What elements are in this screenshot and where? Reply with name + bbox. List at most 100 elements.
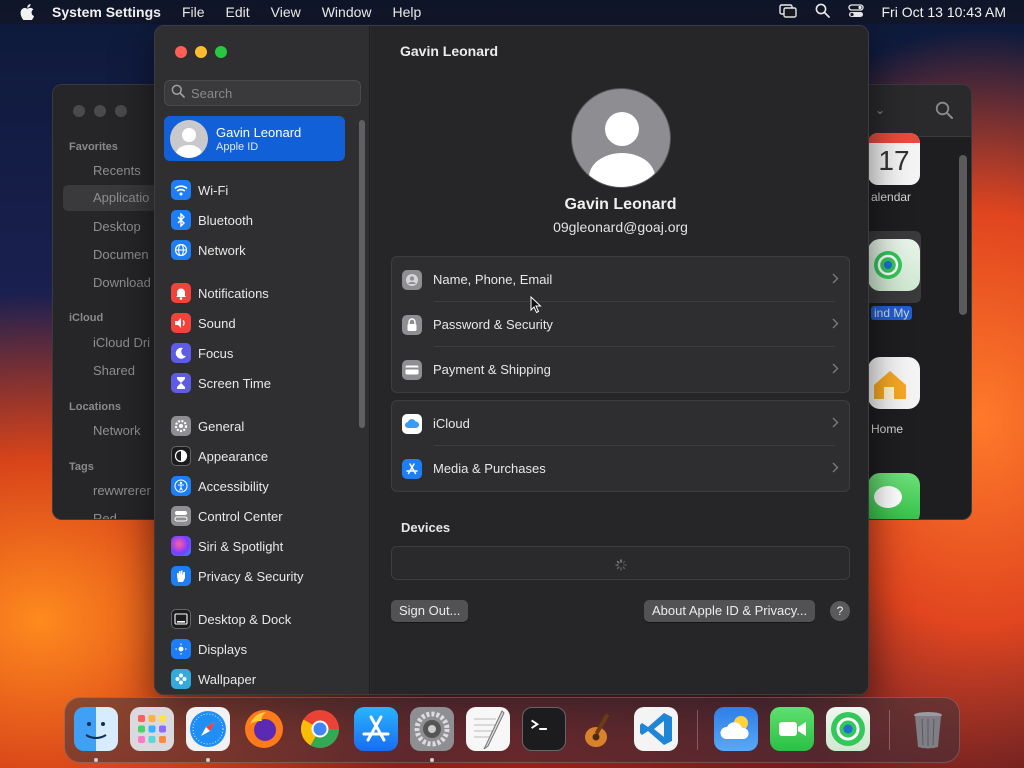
page-title: Gavin Leonard [400, 43, 499, 59]
wallpaper-icon [171, 669, 191, 689]
sidebar-item-label: Focus [198, 345, 234, 361]
avatar [170, 119, 208, 158]
menu-window[interactable]: Window [322, 4, 372, 20]
about-apple-id-privacy-button[interactable]: About Apple ID & Privacy... [644, 600, 816, 622]
weather-icon[interactable] [714, 707, 758, 751]
profile-avatar[interactable] [571, 88, 671, 188]
sidebar-item-notifications[interactable]: Notifications [171, 280, 269, 306]
finder-section-favorites: Favorites [69, 141, 118, 153]
control-center-icon[interactable] [847, 3, 864, 21]
help-button[interactable]: ? [830, 601, 850, 621]
sidebar-item-wifi[interactable]: Wi-Fi [171, 177, 228, 203]
trash-icon[interactable] [906, 707, 950, 751]
search-icon[interactable] [935, 101, 953, 124]
calendar-app-icon[interactable]: 17 [868, 133, 920, 185]
menu-app-name[interactable]: System Settings [52, 4, 161, 20]
firefox-icon[interactable] [242, 707, 286, 751]
lock-icon [402, 314, 422, 335]
terminal-icon[interactable] [522, 707, 566, 751]
sidebar-item-label: Accessibility [198, 478, 269, 494]
finder-tag-2[interactable]: Red [93, 511, 117, 519]
garageband-icon[interactable] [578, 707, 622, 751]
dock-icon [171, 609, 191, 629]
search-icon [171, 84, 185, 103]
facetime-icon[interactable] [770, 707, 814, 751]
chevron-right-icon [832, 460, 839, 478]
row-icloud[interactable]: iCloud [392, 401, 849, 446]
search-input[interactable] [191, 85, 351, 101]
launchpad-icon[interactable] [130, 707, 174, 751]
spotlight-search-icon[interactable] [815, 3, 830, 21]
finder-item-desktop[interactable]: Desktop [93, 219, 141, 234]
sidebar-item-focus[interactable]: Focus [171, 340, 233, 366]
loading-spinner-icon [615, 558, 627, 576]
sign-out-button[interactable]: Sign Out... [391, 600, 469, 622]
sidebar-item-label: Notifications [198, 285, 269, 301]
sidebar-item-appearance[interactable]: Appearance [171, 443, 268, 469]
system-settings-icon[interactable] [410, 707, 454, 751]
sidebar-item-privacy-security[interactable]: Privacy & Security [171, 563, 303, 589]
account-settings-group: Name, Phone, Email Password & Security P… [391, 256, 850, 393]
chevron-right-icon [832, 316, 839, 334]
finder-item-shared[interactable]: Shared [93, 363, 135, 378]
finder-item-applications[interactable]: Applicatio [63, 185, 157, 211]
finder-item-documents[interactable]: Documen [93, 247, 149, 262]
sidebar-item-sound[interactable]: Sound [171, 310, 236, 336]
finder-item-network[interactable]: Network [93, 423, 141, 438]
home-label: Home [871, 422, 904, 436]
sidebar-item-control-center[interactable]: Control Center [171, 503, 283, 529]
apple-menu-icon[interactable] [18, 3, 36, 21]
sidebar-item-label: Wallpaper [198, 671, 257, 687]
sidebar-item-bluetooth[interactable]: Bluetooth [171, 207, 253, 233]
sidebar-item-siri-spotlight[interactable]: Siri & Spotlight [171, 533, 283, 559]
sidebar-item-label: Displays [198, 641, 248, 657]
findmy-icon[interactable] [826, 707, 870, 751]
settings-search-field[interactable] [164, 80, 361, 106]
sidebar-scrollbar[interactable] [359, 120, 365, 428]
menu-help[interactable]: Help [393, 4, 422, 20]
sidebar-item-accessibility[interactable]: Accessibility [171, 473, 269, 499]
chevron-down-icon[interactable]: ⌄ [875, 103, 885, 117]
close-window-button[interactable] [175, 46, 187, 58]
row-media-purchases[interactable]: Media & Purchases [392, 446, 849, 491]
menu-edit[interactable]: Edit [226, 4, 250, 20]
finder-item-recents[interactable]: Recents [93, 163, 141, 178]
hand-icon [171, 566, 191, 586]
sidebar-item-desktop-dock[interactable]: Desktop & Dock [171, 606, 291, 632]
textedit-icon[interactable] [466, 707, 510, 751]
row-payment-shipping[interactable]: Payment & Shipping [392, 347, 849, 392]
finder-item-icloud-drive[interactable]: iCloud Dri [93, 335, 150, 350]
safari-icon[interactable] [186, 707, 230, 751]
home-app-icon[interactable] [868, 357, 920, 409]
row-name-phone-email[interactable]: Name, Phone, Email [392, 257, 849, 302]
finder-item-downloads[interactable]: Download [93, 275, 151, 290]
sidebar-item-displays[interactable]: Displays [171, 636, 247, 662]
sidebar-item-general[interactable]: General [171, 413, 244, 439]
finder-icon[interactable] [74, 707, 118, 751]
finder-tag-1[interactable]: rewwrerer [93, 483, 151, 498]
zoom-window-button[interactable] [215, 46, 227, 58]
vscode-icon[interactable] [634, 707, 678, 751]
menu-file[interactable]: File [182, 4, 205, 20]
row-password-security[interactable]: Password & Security [392, 302, 849, 347]
calendar-day: 17 [878, 145, 910, 176]
sidebar-item-label: Appearance [198, 448, 269, 464]
menu-clock[interactable]: Fri Oct 13 10:43 AM [882, 4, 1007, 20]
sidebar-item-apple-id[interactable]: Gavin Leonard Apple ID [164, 116, 345, 161]
sidebar-item-screen-time[interactable]: Screen Time [171, 370, 271, 396]
sidebar-item-label: Network [198, 242, 246, 258]
minimize-window-button[interactable] [195, 46, 207, 58]
sidebar-item-wallpaper[interactable]: Wallpaper [171, 666, 256, 692]
app-store-icon [402, 458, 422, 479]
app-store-icon[interactable] [354, 707, 398, 751]
mouse-pointer-icon [530, 295, 542, 319]
screen-mirroring-icon[interactable] [778, 3, 797, 21]
sidebar-item-label: Desktop & Dock [198, 611, 292, 627]
messages-app-icon[interactable] [868, 473, 920, 519]
findmy-app-icon[interactable] [868, 239, 920, 291]
chrome-icon[interactable] [298, 707, 342, 751]
sidebar-item-network[interactable]: Network [171, 237, 246, 263]
finder-scrollbar[interactable] [959, 155, 967, 315]
menu-view[interactable]: View [271, 4, 301, 20]
settings-main-pane: Gavin Leonard Gavin Leonard 09gleonard@g… [371, 26, 868, 694]
